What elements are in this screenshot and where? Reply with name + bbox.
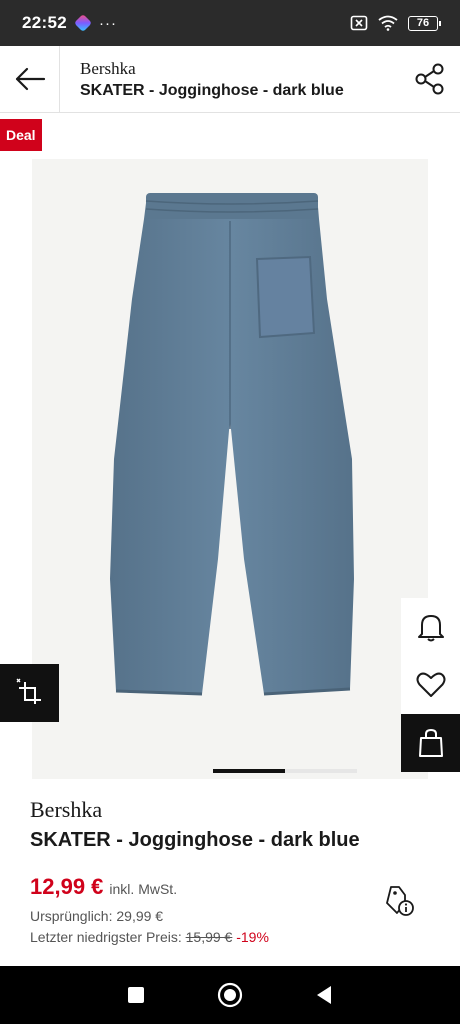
header-text: Bershka SKATER - Jogginghose - dark blue xyxy=(60,59,400,100)
pants-illustration xyxy=(110,193,354,696)
home-circle-icon[interactable] xyxy=(217,982,243,1008)
product-info: Bershka SKATER - Jogginghose - dark blue… xyxy=(0,773,460,966)
product-brand[interactable]: Bershka xyxy=(30,797,430,823)
deal-badge: Deal xyxy=(0,119,42,151)
app-notification-icon xyxy=(73,13,93,33)
add-to-bag-button[interactable] xyxy=(401,714,460,772)
heart-icon xyxy=(416,672,445,697)
product-header: Bershka SKATER - Jogginghose - dark blue xyxy=(0,46,460,113)
vat-note: inkl. MwSt. xyxy=(109,881,178,897)
price-tag-info-icon xyxy=(386,886,414,916)
square-icon[interactable] xyxy=(126,985,146,1005)
share-button[interactable] xyxy=(400,46,460,112)
lowest-price-label: Letzter niedrigster Preis: xyxy=(30,929,182,945)
product-image[interactable] xyxy=(32,159,428,779)
battery-icon: 76 xyxy=(408,15,441,31)
original-price: Ursprünglich: 29,99 € xyxy=(30,908,164,924)
wishlist-button[interactable] xyxy=(401,656,460,714)
bell-icon xyxy=(417,615,444,642)
header-brand: Bershka xyxy=(80,58,136,78)
lowest-price-line: Letzter niedrigster Preis: 15,99 € -19% xyxy=(30,929,430,945)
price-row: 12,99 € inkl. MwSt. xyxy=(30,874,430,900)
discount-percent: -19% xyxy=(236,929,269,945)
similar-items-icon xyxy=(16,678,41,704)
status-bar: 22:52 ··· 76 xyxy=(0,0,460,46)
status-time: 22:52 xyxy=(22,13,67,32)
price-info-button[interactable] xyxy=(384,882,416,918)
current-price: 12,99 € xyxy=(30,874,104,899)
system-nav-bar xyxy=(0,966,460,1024)
back-arrow-icon xyxy=(15,67,45,91)
more-notifications-icon: ··· xyxy=(98,14,117,32)
wifi-icon xyxy=(378,15,398,31)
side-actions xyxy=(401,598,460,772)
bag-icon xyxy=(418,728,443,757)
back-triangle-icon[interactable] xyxy=(314,984,334,1006)
price-alert-button[interactable] xyxy=(401,598,460,656)
sim-icon xyxy=(350,15,368,31)
similar-items-button[interactable] xyxy=(0,664,59,722)
product-title: SKATER - Jogginghose - dark blue xyxy=(30,829,360,851)
lowest-price-value: 15,99 € xyxy=(185,929,233,945)
header-title: SKATER - Jogginghose - dark blue xyxy=(80,81,344,99)
product-gallery[interactable]: Deal xyxy=(0,113,460,779)
share-icon xyxy=(415,63,444,95)
back-button[interactable] xyxy=(0,46,60,112)
